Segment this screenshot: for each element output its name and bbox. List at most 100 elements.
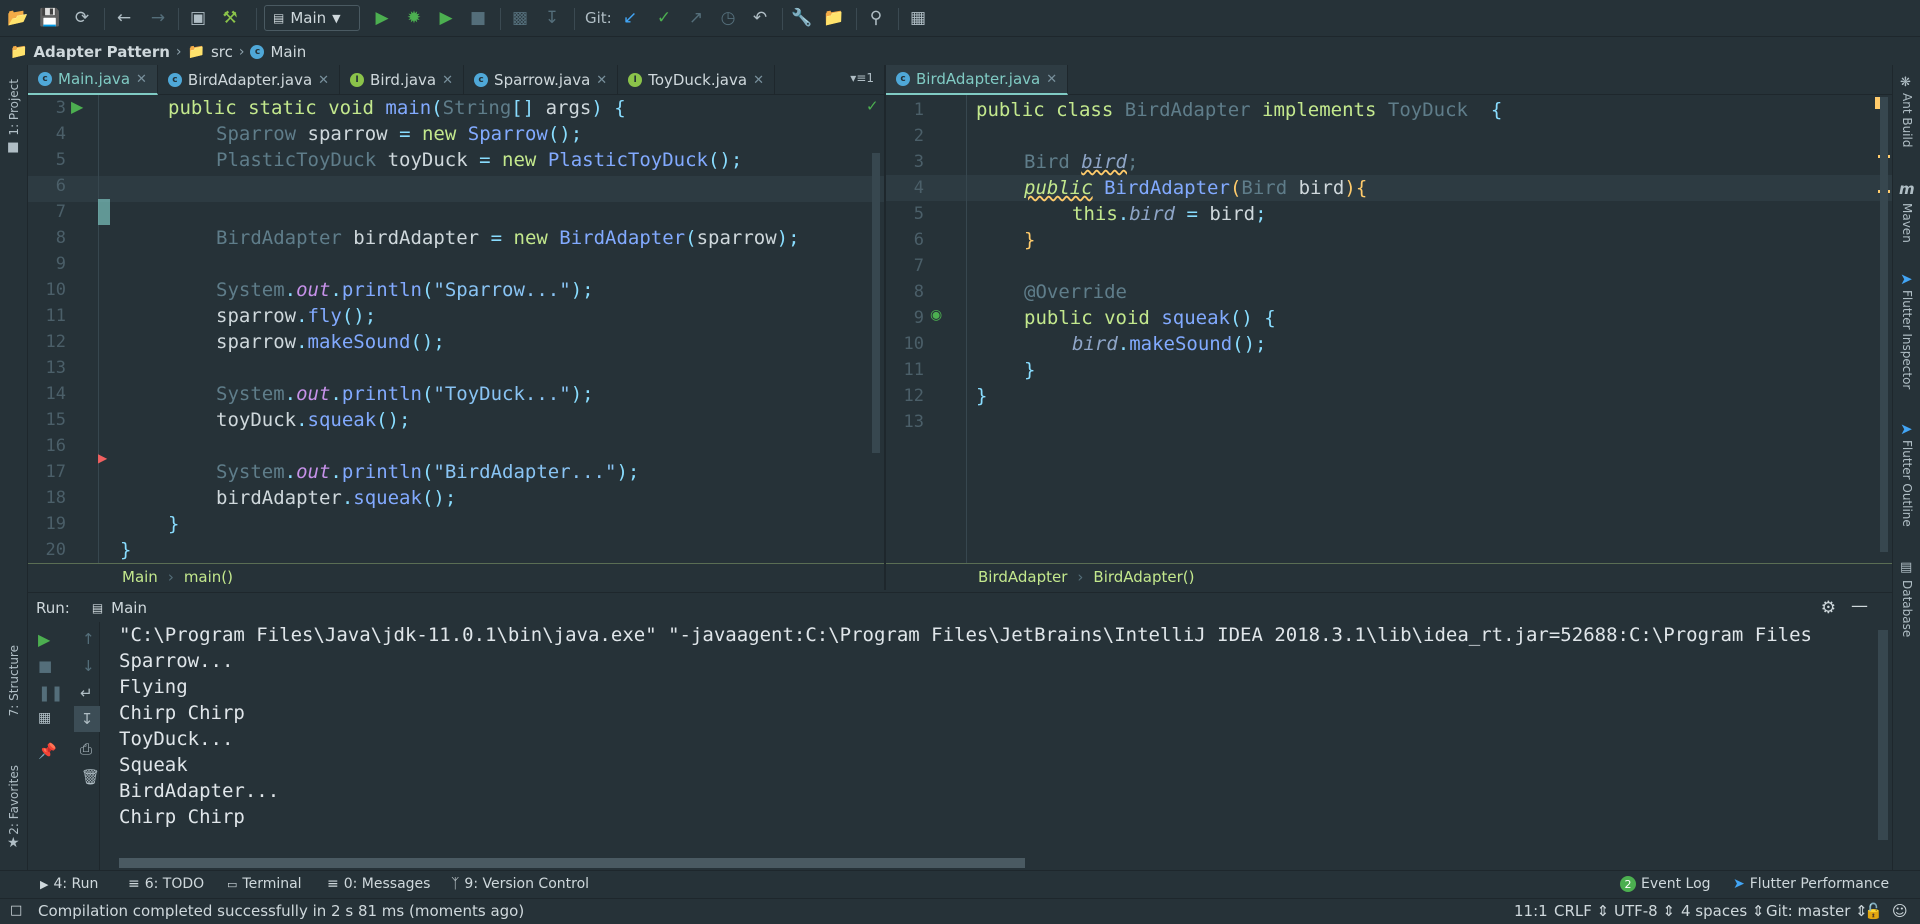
run-tool-tab[interactable]: ▶ 4: Run — [40, 876, 98, 892]
scrollbar[interactable] — [1880, 97, 1888, 552]
version-control-tool-tab[interactable]: ᛉ 9: Version Control — [451, 876, 589, 892]
terminal-tool-tab[interactable]: ▭ Terminal — [227, 876, 302, 892]
nav-folder[interactable]: src — [211, 43, 233, 61]
project-structure-folder-icon[interactable]: 📁 — [822, 6, 846, 30]
trash-icon[interactable]: 🗑 — [81, 768, 100, 786]
pause-icon[interactable]: ❚❚ — [38, 684, 63, 702]
tab-toyduck-java[interactable]: I ToyDuck.java ✕ — [618, 65, 775, 95]
rerun-icon[interactable]: ▶ — [38, 630, 50, 649]
back-icon[interactable]: ← — [112, 6, 136, 30]
nav-file[interactable]: Main — [270, 43, 306, 61]
scroll-down-icon[interactable]: ↓ — [82, 657, 95, 675]
tab-sparrow-java[interactable]: c Sparrow.java ✕ — [464, 65, 619, 95]
line-number: 19 — [45, 514, 66, 534]
cursor-position[interactable]: 11:1 — [1514, 902, 1548, 920]
flutter-icon: ➤ — [1900, 270, 1913, 288]
flutter-outline-tool-tab[interactable]: Flutter Outline — [1900, 440, 1914, 527]
maven-tool-tab[interactable]: Maven — [1900, 203, 1914, 243]
git-revert-icon[interactable]: ↶ — [748, 6, 772, 30]
layout-icon[interactable]: ▦ — [38, 710, 51, 726]
scroll-to-end-icon[interactable]: ↧ — [74, 706, 100, 732]
build-hammer-icon[interactable]: ⚒ — [218, 6, 242, 30]
breadcrumb-class[interactable]: BirdAdapter — [978, 568, 1067, 586]
open-folder-icon[interactable]: 📂 — [6, 6, 30, 30]
close-icon[interactable]: ✕ — [596, 73, 607, 88]
breadcrumb-method[interactable]: BirdAdapter() — [1093, 568, 1194, 586]
breadcrumb-class[interactable]: Main — [122, 568, 158, 586]
print-icon[interactable]: ⎙ — [80, 740, 92, 758]
tab-bird-java[interactable]: I Bird.java ✕ — [340, 65, 465, 95]
coverage-icon[interactable]: ▶ — [434, 6, 458, 30]
minimize-icon[interactable]: — — [1851, 596, 1868, 616]
main-toolbar: 📂 💾 ⟳ ← → ▣ ⚒ ▤ Main ▼ ▶ ✹ ▶ ■ ▩ ↧ Git: … — [0, 0, 1920, 37]
gear-icon[interactable]: ⚙ — [1821, 598, 1836, 618]
run-tab-main[interactable]: Main — [111, 599, 147, 617]
file-encoding[interactable]: UTF-8 ⇕ — [1614, 902, 1675, 920]
indent-setting[interactable]: 4 spaces ⇕ — [1681, 902, 1764, 920]
debug-icon[interactable]: ✹ — [402, 6, 426, 30]
soft-wrap-icon[interactable]: ↵ — [80, 684, 93, 702]
run-icon[interactable]: ▶ — [370, 6, 394, 30]
search-icon[interactable]: ⚲ — [864, 6, 888, 30]
save-icon[interactable]: 💾 — [38, 6, 62, 30]
stop-icon[interactable]: ■ — [466, 6, 490, 30]
scroll-up-icon[interactable]: ↑ — [82, 630, 95, 648]
toggle-tool-windows-icon[interactable]: □ — [10, 903, 22, 918]
implements-method-icon[interactable]: ◉ — [930, 307, 942, 323]
gutter-divider — [966, 95, 967, 563]
sync-icon[interactable]: ⟳ — [70, 6, 94, 30]
project-tool-tab[interactable]: 1: Project — [7, 79, 21, 136]
inspector-icon[interactable]: ☺ — [1892, 902, 1908, 920]
event-log-tool-tab[interactable]: 2 Event Log — [1620, 876, 1711, 892]
class-icon: c — [38, 72, 52, 86]
git-push-icon[interactable]: ↗ — [684, 6, 708, 30]
horizontal-scrollbar[interactable] — [119, 858, 1025, 868]
line-number: 13 — [903, 412, 924, 432]
tab-main-java[interactable]: c Main.java ✕ — [28, 65, 158, 95]
run-console-output[interactable]: "C:\Program Files\Java\jdk-11.0.1\bin\ja… — [100, 622, 1892, 870]
inspection-ok-icon: ✓ — [866, 97, 879, 115]
database-tool-tab[interactable]: Database — [1900, 580, 1914, 637]
tab-birdadapter-java-right[interactable]: c BirdAdapter.java ✕ — [886, 65, 1069, 95]
close-icon[interactable]: ✕ — [753, 73, 764, 88]
git-history-icon[interactable]: ◷ — [716, 6, 740, 30]
tab-list-icon[interactable]: ▾≡1 — [850, 71, 874, 85]
nav-project[interactable]: Adapter Pattern — [33, 43, 169, 61]
scrollbar[interactable] — [872, 153, 880, 453]
right-code-editor[interactable]: 1 2 3 4 5 6 7 8 9 10 11 12 13 ◉ public c… — [886, 95, 1892, 563]
run-config-icon: ▤ — [91, 600, 104, 615]
ant-build-tool-tab[interactable]: Ant Build — [1900, 93, 1914, 147]
close-icon[interactable]: ✕ — [1046, 72, 1057, 87]
vcs-download-icon[interactable]: ↧ — [540, 6, 564, 30]
tab-birdadapter-java[interactable]: c BirdAdapter.java ✕ — [158, 65, 341, 95]
vcs-update-icon[interactable]: ▩ — [508, 6, 532, 30]
breadcrumb-method[interactable]: main() — [184, 568, 233, 586]
structure-tool-tab[interactable]: 7: Structure — [7, 645, 21, 716]
tab-label: 0: Messages — [343, 876, 431, 892]
todo-tool-tab[interactable]: ≡ 6: TODO — [128, 876, 204, 892]
line-separator[interactable]: CRLF ⇕ — [1554, 902, 1609, 920]
pin-icon[interactable]: 📌 — [38, 742, 57, 760]
run-gutter-icon[interactable]: ▶ — [71, 97, 83, 116]
close-icon[interactable]: ✕ — [136, 72, 147, 87]
right-tool-strip: ❋ Ant Build m Maven ➤ Flutter Inspector … — [1892, 65, 1920, 870]
settings-wrench-icon[interactable]: 🔧 — [790, 6, 814, 30]
vertical-scrollbar[interactable] — [1878, 630, 1888, 840]
close-icon[interactable]: ✕ — [318, 73, 329, 88]
messages-tool-tab[interactable]: ≡ 0: Messages — [327, 876, 430, 892]
forward-icon[interactable]: → — [146, 6, 170, 30]
line-number: 9 — [55, 254, 66, 274]
run-config-select[interactable]: ▤ Main ▼ — [264, 5, 360, 31]
git-commit-icon[interactable]: ✓ — [652, 6, 676, 30]
sdk-manager-icon[interactable]: ▦ — [906, 6, 930, 30]
flutter-inspector-tool-tab[interactable]: Flutter Inspector — [1900, 290, 1914, 389]
git-branch[interactable]: Git: master ⇕ — [1766, 902, 1868, 920]
favorites-tool-tab[interactable]: 2: Favorites — [7, 765, 21, 835]
flutter-performance-tool-tab[interactable]: ➤ Flutter Performance — [1733, 876, 1889, 892]
close-icon[interactable]: ✕ — [442, 73, 453, 88]
project-structure-icon[interactable]: ▣ — [186, 6, 210, 30]
git-update-icon[interactable]: ↙ — [618, 6, 642, 30]
left-code-editor[interactable]: 3 4 5 6 7 8 9 10 11 12 13 14 15 16 17 18… — [28, 95, 884, 563]
stop-icon[interactable]: ■ — [38, 657, 52, 675]
lock-icon[interactable]: 🔓 — [1864, 902, 1883, 920]
